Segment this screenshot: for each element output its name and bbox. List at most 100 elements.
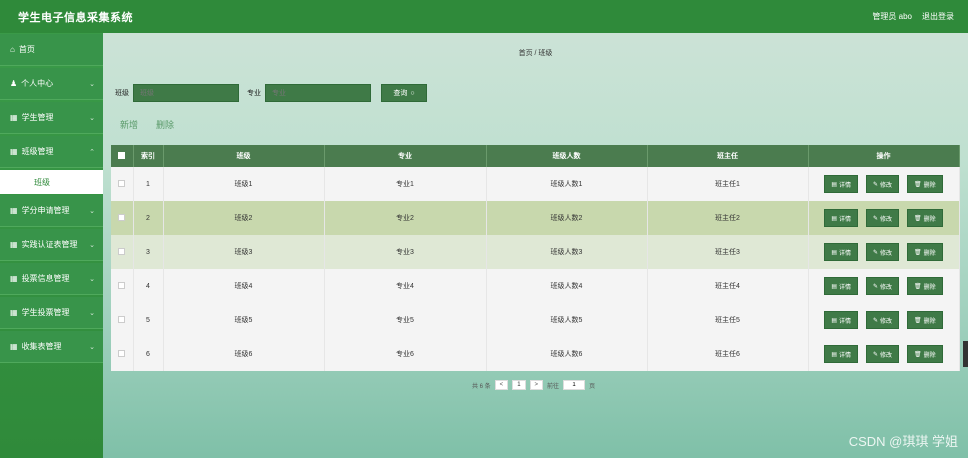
- select-all-checkbox[interactable]: [111, 145, 134, 167]
- table-row[interactable]: 1 班级1 专业1 班级人数1 班主任1 ▤ 详情 ✎ 修改 🗑 删除: [111, 167, 960, 201]
- sidebar-item-label: 投票信息管理: [21, 274, 70, 283]
- cell-index: 4: [133, 269, 164, 303]
- row-checkbox[interactable]: [111, 167, 134, 201]
- sidebar: ⌂ 首页 ♟ 个人中心 ⌄ ▦ 学生管理 ⌄ ▦ 班级管理 ⌃ 班级 ▦ 学分申请管理 ⌄…: [0, 33, 103, 458]
- page-unit: 页: [589, 383, 596, 390]
- edit-icon: ✎: [873, 249, 879, 256]
- delete-row-button[interactable]: 🗑 删除: [907, 277, 943, 295]
- sidebar-item-student-vote[interactable]: ▦ 学生投票管理 ⌄: [0, 297, 103, 329]
- delete-row-button[interactable]: 🗑 删除: [907, 243, 943, 261]
- cell-count: 班级人数5: [486, 303, 648, 337]
- delete-row-button[interactable]: 🗑 删除: [907, 209, 943, 227]
- grid-icon: ▦: [10, 113, 18, 122]
- search-bar: 班级 专业 查询 ○: [111, 84, 427, 102]
- watermark: CSDN @琪琪 学姐: [848, 434, 958, 449]
- goto-page-input[interactable]: [563, 380, 586, 390]
- side-handle[interactable]: [963, 341, 968, 367]
- row-checkbox[interactable]: [111, 269, 134, 303]
- sidebar-item-home[interactable]: ⌂ 首页: [0, 34, 103, 66]
- sidebar-item-collection[interactable]: ▦ 收集表管理 ⌄: [0, 331, 103, 363]
- delete-row-button[interactable]: 🗑 删除: [907, 175, 943, 193]
- sidebar-item-practice[interactable]: ▦ 实践认证表管理 ⌄: [0, 229, 103, 261]
- edit-icon: ✎: [873, 283, 879, 290]
- detail-button[interactable]: ▤ 详情: [824, 277, 858, 295]
- sidebar-item-students[interactable]: ▦ 学生管理 ⌄: [0, 102, 103, 134]
- next-page-button[interactable]: >: [529, 380, 544, 390]
- admin-label[interactable]: 管理员 abo: [872, 11, 912, 22]
- detail-icon: ▤: [831, 351, 837, 358]
- edit-button[interactable]: ✎ 修改: [866, 209, 900, 227]
- cell-actions: ▤ 详情 ✎ 修改 🗑 删除: [808, 269, 960, 303]
- page-number[interactable]: 1: [512, 380, 526, 390]
- edit-button[interactable]: ✎ 修改: [866, 277, 900, 295]
- detail-button[interactable]: ▤ 详情: [824, 243, 858, 261]
- class-search-input[interactable]: [133, 84, 239, 102]
- row-checkbox[interactable]: [111, 303, 134, 337]
- chevron-down-icon: ⌄: [89, 275, 95, 283]
- table-row[interactable]: 6 班级6 专业6 班级人数6 班主任6 ▤ 详情 ✎ 修改 🗑 删除: [111, 337, 960, 371]
- cell-class: 班级5: [163, 303, 325, 337]
- user-icon: ♟: [10, 79, 18, 88]
- cell-class: 班级3: [163, 235, 325, 269]
- sidebar-item-label: 个人中心: [21, 79, 54, 88]
- sidebar-item-classes[interactable]: ▦ 班级管理 ⌃: [0, 136, 103, 168]
- row-checkbox[interactable]: [111, 337, 134, 371]
- cell-teacher: 班主任4: [647, 269, 809, 303]
- delete-row-button[interactable]: 🗑 删除: [907, 311, 943, 329]
- detail-button[interactable]: ▤ 详情: [824, 209, 858, 227]
- app-title: 学生电子信息采集系统: [18, 11, 133, 24]
- edit-button[interactable]: ✎ 修改: [866, 175, 900, 193]
- cell-major: 专业3: [324, 235, 487, 269]
- grid-icon: ▦: [10, 147, 18, 156]
- detail-button[interactable]: ▤ 详情: [824, 345, 858, 363]
- pagination: 共 6 条 < 1 > 前往 页: [472, 380, 595, 390]
- cell-actions: ▤ 详情 ✎ 修改 🗑 删除: [808, 235, 960, 269]
- detail-icon: ▤: [831, 249, 837, 256]
- sidebar-item-credit[interactable]: ▦ 学分申请管理 ⌄: [0, 195, 103, 227]
- chevron-down-icon: ⌄: [89, 114, 95, 122]
- edit-button[interactable]: ✎ 修改: [866, 243, 900, 261]
- search-button[interactable]: 查询 ○: [381, 84, 427, 102]
- row-checkbox[interactable]: [111, 201, 134, 235]
- detail-icon: ▤: [831, 215, 837, 222]
- cell-major: 专业1: [324, 167, 487, 201]
- edit-button[interactable]: ✎ 修改: [866, 345, 900, 363]
- table-row[interactable]: 2 班级2 专业2 班级人数2 班主任2 ▤ 详情 ✎ 修改 🗑 删除: [111, 201, 960, 235]
- sidebar-item-label: 学分申请管理: [21, 206, 70, 215]
- row-checkbox[interactable]: [111, 235, 134, 269]
- table-row[interactable]: 3 班级3 专业3 班级人数3 班主任3 ▤ 详情 ✎ 修改 🗑 删除: [111, 235, 960, 269]
- cell-class: 班级4: [163, 269, 325, 303]
- class-label: 班级: [115, 90, 129, 97]
- cell-class: 班级6: [163, 337, 325, 371]
- table-row[interactable]: 4 班级4 专业4 班级人数4 班主任4 ▤ 详情 ✎ 修改 🗑 删除: [111, 269, 960, 303]
- cell-index: 1: [133, 167, 164, 201]
- column-header: 索引: [133, 145, 164, 167]
- delete-row-button[interactable]: 🗑 删除: [907, 345, 943, 363]
- cell-major: 专业4: [324, 269, 487, 303]
- prev-page-button[interactable]: <: [494, 380, 509, 390]
- cell-actions: ▤ 详情 ✎ 修改 🗑 删除: [808, 201, 960, 235]
- detail-button[interactable]: ▤ 详情: [824, 311, 858, 329]
- edit-button[interactable]: ✎ 修改: [866, 311, 900, 329]
- detail-icon: ▤: [831, 181, 837, 188]
- add-button[interactable]: 新增: [120, 118, 138, 131]
- detail-button[interactable]: ▤ 详情: [824, 175, 858, 193]
- delete-button[interactable]: 删除: [156, 118, 174, 131]
- cell-teacher: 班主任6: [647, 337, 809, 371]
- cell-teacher: 班主任5: [647, 303, 809, 337]
- grid-icon: ▦: [10, 206, 18, 215]
- trash-icon: 🗑: [914, 351, 922, 358]
- trash-icon: 🗑: [914, 215, 922, 222]
- trash-icon: 🗑: [914, 317, 922, 324]
- sidebar-subitem-class[interactable]: 班级: [0, 170, 103, 194]
- major-search-input[interactable]: [265, 84, 371, 102]
- edit-icon: ✎: [873, 215, 879, 222]
- sidebar-item-label: 实践认证表管理: [21, 240, 78, 249]
- table-row[interactable]: 5 班级5 专业5 班级人数5 班主任5 ▤ 详情 ✎ 修改 🗑 删除: [111, 303, 960, 337]
- chevron-up-icon: ⌃: [89, 148, 95, 156]
- cell-major: 专业2: [324, 201, 487, 235]
- sidebar-item-vote-info[interactable]: ▦ 投票信息管理 ⌄: [0, 263, 103, 295]
- sidebar-item-profile[interactable]: ♟ 个人中心 ⌄: [0, 68, 103, 100]
- logout-link[interactable]: 退出登录: [922, 11, 954, 22]
- cell-actions: ▤ 详情 ✎ 修改 🗑 删除: [808, 167, 960, 201]
